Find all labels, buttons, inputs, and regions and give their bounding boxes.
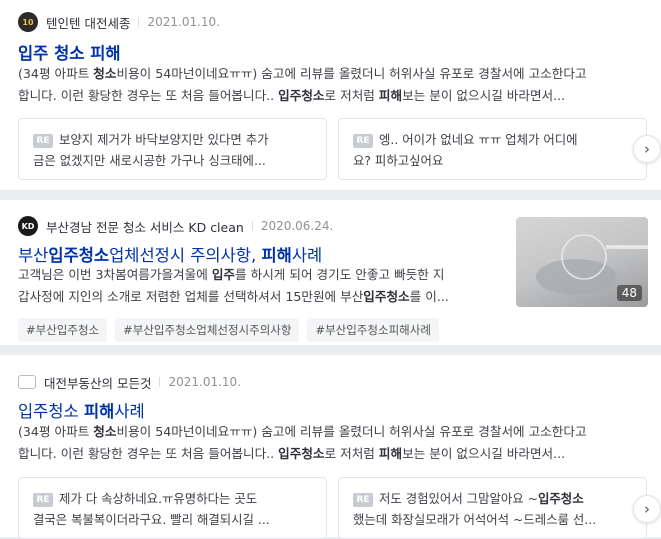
highlight-text: 입주 (211, 267, 236, 282)
reply-text: RE 엥.. 어이가 없네요 ㅠㅠ 업체가 어디에요? 피하고싶어요 (353, 129, 646, 171)
post-date: 2021.01.10. (147, 15, 221, 29)
title-run: 업체선정시 주의사항, (109, 246, 262, 265)
result-card: KD 부산경남 전문 청소 서비스 KD clean 2020.06.24. 부… (0, 200, 661, 345)
reply-text: RE 보양지 제거가 바닥보양지만 있다면 추가금은 없겠지만 새로시공한 가구나… (33, 129, 326, 171)
reply-line: RE 엥.. 어이가 없네요 ㅠㅠ 업체가 어디에 (353, 129, 646, 150)
description-line: (34평 아파트 청소비용이 54마넌이네요ㅠㅠ) 숨고에 리뷰를 올렸더니 허… (18, 421, 638, 443)
description-line: 합니다. 이런 황당한 경우는 또 처음 들어봅니다.. 입주청소로 저처럼 피… (18, 443, 638, 465)
highlight-text: 피해 (378, 88, 403, 103)
title-run: 입주청소 (48, 246, 110, 265)
reply-preview[interactable]: RE 저도 경험있어서 그맘알아요 ~입주청소했는데 화장실모래가 어석어석 ~드… (338, 477, 647, 539)
text-run: 비용이 54마넌이네요ㅠㅠ) 숨고에 리뷰를 올렸더니 허위사실 유포로 경찰서… (116, 66, 587, 81)
highlight-text: 피해 (378, 446, 403, 461)
result-header: 대전부동산의 모든것 2021.01.10. (18, 372, 241, 392)
reply-line: 결국은 복불복이더라구요. 빨리 해결되시길 ... (33, 509, 326, 530)
text-run: (34평 아파트 (18, 66, 94, 81)
text-run: 합니다. 이런 황당한 경우는 또 처음 들어봅니다.. (18, 446, 279, 461)
reply-text: RE 저도 경험있어서 그맘알아요 ~입주청소했는데 화장실모래가 어석어석 ~드… (353, 488, 646, 530)
divider (251, 221, 253, 231)
text-run: 했는데 화장실모래가 어석어석 ~드레스룸 선... (353, 512, 597, 527)
result-header: KD 부산경남 전문 청소 서비스 KD clean 2020.06.24. (18, 216, 333, 236)
post-date: 2021.01.10. (168, 375, 242, 389)
author-name[interactable]: 부산경남 전문 청소 서비스 KD clean (46, 217, 244, 236)
result-thumbnail[interactable]: 48 (516, 217, 648, 307)
reply-badge: RE (353, 493, 373, 507)
highlight-text: 청소 (93, 424, 117, 439)
tag-list: #부산입주청소 #부산입주청소업체선정시주의사항 #부산입주청소피해사례 (18, 318, 447, 342)
reply-text: RE 제가 다 속상하네요.ㅠ유명하다는 곳도결국은 복불복이더라구요. 빨리 해… (33, 488, 326, 530)
chevron-right-icon[interactable]: › (633, 495, 661, 523)
reply-line: 했는데 화장실모래가 어석어석 ~드레스룸 선... (353, 509, 646, 530)
description-line: 합니다. 이런 황당한 경우는 또 처음 들어봅니다.. 입주청소로 저처럼 피… (18, 85, 638, 107)
text-run: (34평 아파트 (18, 424, 94, 439)
result-title[interactable]: 부산입주청소업체선정시 주의사항, 피해사례 (18, 242, 322, 266)
text-run: 금은 없겠지만 새로시공한 가구나 싱크태에... (33, 153, 266, 168)
text-run: 합니다. 이런 황당한 경우는 또 처음 들어봅니다.. (18, 88, 279, 103)
reply-line: 금은 없겠지만 새로시공한 가구나 싱크태에... (33, 150, 326, 171)
title-run: 부산 (18, 246, 49, 265)
result-header: 10 텐인텐 대전세종 2021.01.10. (18, 12, 220, 32)
hashtag[interactable]: #부산입주청소업체선정시주의사항 (115, 318, 300, 342)
text-run: 비용이 54마넌이네요ㅠㅠ) 숨고에 리뷰를 올렸더니 허위사실 유포로 경찰서… (116, 424, 587, 439)
title-run: 피해 (261, 246, 292, 265)
author-name[interactable]: 텐인텐 대전세종 (46, 13, 130, 32)
text-run: 로 저처럼 (324, 446, 379, 461)
result-card: 10 텐인텐 대전세종 2021.01.10. 입주 청소 피해 (34평 아파… (0, 0, 661, 190)
blog-avatar[interactable]: 10 (18, 12, 38, 32)
reply-line: RE 저도 경험있어서 그맘알아요 ~입주청소 (353, 488, 646, 509)
title-run: 피해 (83, 402, 115, 421)
description-line: 고객님은 이번 3차봄여름가을겨울에 입주를 하시게 되어 경기도 안좋고 빠듯… (18, 264, 498, 286)
text-run: 고객님은 이번 3차봄여름가을겨울에 (18, 267, 212, 282)
author-name[interactable]: 대전부동산의 모든것 (44, 373, 151, 392)
text-run: 로 저처럼 (324, 88, 379, 103)
text-run: 를 이... (409, 289, 449, 304)
post-date: 2020.06.24. (260, 219, 334, 233)
title-run: 입주청소 (18, 402, 84, 421)
result-title[interactable]: 입주청소 피해사례 (18, 398, 145, 422)
hashtag[interactable]: #부산입주청소 (18, 318, 108, 342)
blog-avatar[interactable] (18, 375, 36, 389)
reply-preview[interactable]: RE 보양지 제거가 바닥보양지만 있다면 추가금은 없겠지만 새로시공한 가구나… (18, 118, 327, 180)
text-run: 갑사정에 지인의 소개로 저렴한 업체를 선택하셔서 15만원에 부산 (18, 289, 364, 304)
hashtag[interactable]: #부산입주청소피해사례 (307, 318, 439, 342)
text-run: 엥.. 어이가 없네요 ㅠㅠ 업체가 어디에 (379, 132, 578, 147)
title-run: 사례 (114, 402, 145, 421)
result-description[interactable]: 고객님은 이번 3차봄여름가을겨울에 입주를 하시게 되어 경기도 안좋고 빠듯… (18, 264, 498, 308)
reply-badge: RE (33, 493, 53, 507)
text-run: 보는 분이 없으시길 바라면서... (402, 88, 566, 103)
text-run: 보양지 제거가 바닥보양지만 있다면 추가 (59, 132, 269, 147)
image-count-badge: 48 (616, 285, 642, 301)
title-run: 사례 (291, 246, 323, 265)
chevron-right-icon[interactable]: › (633, 135, 661, 163)
highlight-text: 입주청소 (278, 446, 325, 461)
divider (138, 17, 140, 27)
result-title[interactable]: 입주 청소 피해 (18, 40, 121, 64)
reply-line: RE 제가 다 속상하네요.ㅠ유명하다는 곳도 (33, 488, 326, 509)
highlight-text: 입주청소 (538, 491, 584, 506)
highlight-text: 입주청소 (363, 289, 410, 304)
result-card: 대전부동산의 모든것 2021.01.10. 입주청소 피해사례 (34평 아파… (0, 355, 661, 539)
text-run: 결국은 복불복이더라구요. 빨리 해결되시길 ... (33, 512, 270, 527)
text-run: 보는 분이 없으시길 바라면서... (402, 446, 566, 461)
blog-avatar[interactable]: KD (18, 216, 38, 236)
description-line: 갑사정에 지인의 소개로 저렴한 업체를 선택하셔서 15만원에 부산입주청소를… (18, 286, 498, 308)
text-run: 요? 피하고싶어요 (353, 153, 444, 168)
reply-preview[interactable]: RE 제가 다 속상하네요.ㅠ유명하다는 곳도결국은 복불복이더라구요. 빨리 해… (18, 477, 327, 539)
reply-badge: RE (353, 134, 373, 148)
highlight-text: 청소 (93, 66, 117, 81)
reply-preview[interactable]: RE 엥.. 어이가 없네요 ㅠㅠ 업체가 어디에요? 피하고싶어요 (338, 118, 647, 180)
highlight-text: 입주청소 (278, 88, 325, 103)
reply-badge: RE (33, 134, 53, 148)
text-run: 저도 경험있어서 그맘알아요 ~ (379, 491, 538, 506)
reply-line: 요? 피하고싶어요 (353, 150, 646, 171)
divider (159, 377, 161, 387)
result-description[interactable]: (34평 아파트 청소비용이 54마넌이네요ㅠㅠ) 숨고에 리뷰를 올렸더니 허… (18, 421, 638, 465)
text-run: 제가 다 속상하네요.ㅠ유명하다는 곳도 (59, 491, 258, 506)
description-line: (34평 아파트 청소비용이 54마넌이네요ㅠㅠ) 숨고에 리뷰를 올렸더니 허… (18, 63, 638, 85)
reply-line: RE 보양지 제거가 바닥보양지만 있다면 추가 (33, 129, 326, 150)
text-run: 를 하시게 되어 경기도 안좋고 빠듯한 지 (235, 267, 445, 282)
result-description[interactable]: (34평 아파트 청소비용이 54마넌이네요ㅠㅠ) 숨고에 리뷰를 올렸더니 허… (18, 63, 638, 107)
